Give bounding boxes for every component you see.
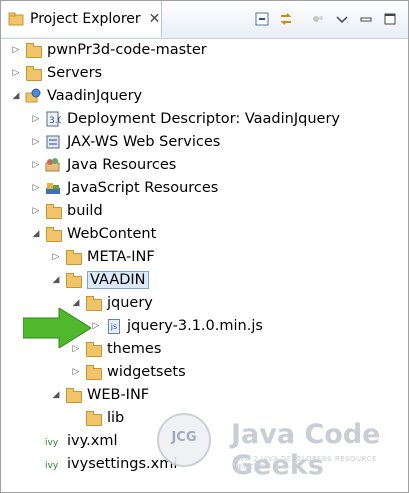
- tree-item-label: Servers: [47, 65, 103, 81]
- tree-item-java-resources[interactable]: ▷ Java Resources: [31, 154, 177, 176]
- filter-icon[interactable]: [310, 11, 326, 27]
- tree-item-label: JAX-WS Web Services: [67, 134, 221, 150]
- svg-text:ivy: ivy: [45, 461, 59, 471]
- tree-item-label: JavaScript Resources: [67, 180, 219, 196]
- collapse-arrow-icon[interactable]: ◢: [51, 275, 61, 285]
- tree-item-label: pwnPr3d-code-master: [47, 42, 207, 58]
- java-resources-icon: [45, 157, 61, 173]
- tree-item-jax-ws-web-services[interactable]: ▷ JAX-WS Web Services: [31, 131, 221, 153]
- project-explorer-icon: [8, 11, 24, 27]
- expand-arrow-icon[interactable]: ▷: [31, 114, 41, 124]
- svg-text:3.0: 3.0: [49, 116, 61, 126]
- expand-arrow-icon[interactable]: ▷: [31, 206, 41, 216]
- ivy-file-icon: ivy: [45, 433, 61, 449]
- tree-item-label: WEB-INF: [87, 387, 150, 403]
- link-with-editor-icon[interactable]: [278, 11, 294, 27]
- tree-item-vaadin[interactable]: ◢ VAADIN: [51, 269, 149, 291]
- tree-item-label: themes: [107, 341, 162, 357]
- tree-item-ivy-xml[interactable]: ivy ivy.xml: [31, 430, 117, 452]
- tree-item-label: jquery: [107, 295, 153, 311]
- tree-item-label: widgetsets: [107, 364, 186, 380]
- collapse-arrow-icon[interactable]: ◢: [71, 298, 81, 308]
- expand-arrow-icon[interactable]: ▷: [91, 321, 101, 331]
- green-arrow-icon: [23, 308, 91, 348]
- watermark-subtitle: JAVA 2 JAVA DEVELOPERS RESOURCE CENTER: [233, 455, 378, 471]
- tree-item-deployment-descriptor[interactable]: ▷ 3.0 Deployment Descriptor: VaadinJquer…: [31, 108, 340, 130]
- close-icon[interactable]: ✕: [149, 11, 161, 27]
- tree-item-label: ivy.xml: [67, 433, 118, 449]
- expand-arrow-icon[interactable]: ▷: [11, 45, 21, 55]
- tree-item-jquery-min-js[interactable]: ▷ js jquery-3.1.0.min.js: [91, 315, 263, 337]
- web-project-icon: [25, 88, 41, 104]
- tree-item-label: META-INF: [87, 249, 155, 265]
- js-file-icon: js: [105, 318, 121, 334]
- tree-item-label: Deployment Descriptor: VaadinJquery: [67, 111, 340, 127]
- tree-item-label: VAADIN: [87, 271, 149, 289]
- folder-open-icon: [65, 387, 82, 403]
- tree-item-build[interactable]: ▷ build: [31, 200, 103, 222]
- tree-item-ivysettings-xml[interactable]: ivy ivysettings.xml: [31, 453, 177, 475]
- tree-item-servers[interactable]: ▷ Servers: [11, 62, 102, 84]
- expand-arrow-icon[interactable]: ▷: [31, 137, 41, 147]
- tree-item-label: Java Resources: [67, 157, 177, 173]
- tree-item-label: VaadinJquery: [47, 88, 143, 104]
- minimize-icon[interactable]: [358, 11, 374, 27]
- folder-open-icon: [65, 272, 82, 288]
- view-tab-bar: Project Explorer ✕: [1, 1, 408, 39]
- tree-item-label: lib: [107, 410, 125, 426]
- tree-item-widgetsets[interactable]: ▷ widgetsets: [71, 361, 186, 383]
- folder-icon: [85, 410, 102, 426]
- tree-item-lib[interactable]: lib: [71, 407, 124, 429]
- expand-arrow-icon[interactable]: ▷: [51, 252, 61, 262]
- folder-icon: [45, 203, 62, 219]
- tab-title: Project Explorer: [30, 11, 141, 27]
- tree-item-label: WebContent: [67, 226, 157, 242]
- maximize-icon[interactable]: [382, 11, 398, 27]
- project-folder-icon: [25, 42, 42, 58]
- folder-open-icon: [45, 226, 62, 242]
- watermark: JCG Java Code Geeks JAVA 2 JAVA DEVELOPE…: [157, 409, 397, 481]
- collapse-arrow-icon[interactable]: ◢: [51, 390, 61, 400]
- folder-icon: [85, 364, 102, 380]
- expand-arrow-icon[interactable]: ▷: [31, 183, 41, 193]
- tree-item-webcontent[interactable]: ◢ WebContent: [31, 223, 156, 245]
- svg-text:ivy: ivy: [45, 438, 59, 448]
- tree-item-web-inf[interactable]: ◢ WEB-INF: [51, 384, 149, 406]
- tree-item-label: jquery-3.1.0.min.js: [127, 318, 263, 334]
- tree-item-vaadinjquery[interactable]: ◢ VaadinJquery: [11, 85, 143, 107]
- folder-icon: [65, 249, 82, 265]
- watermark-title: Java Code Geeks: [231, 419, 381, 481]
- collapse-arrow-icon[interactable]: ◢: [31, 229, 41, 239]
- tree-item-meta-inf[interactable]: ▷ META-INF: [51, 246, 155, 268]
- view-toolbar: [246, 11, 398, 27]
- expand-arrow-icon[interactable]: ▷: [31, 160, 41, 170]
- project-explorer-view: Project Explorer ✕ ▷ pwnPr3d-code-master…: [0, 0, 409, 493]
- javascript-resources-icon: [45, 180, 61, 196]
- ivy-file-icon: ivy: [45, 456, 61, 472]
- collapse-arrow-icon[interactable]: ◢: [11, 91, 21, 101]
- web-services-icon: [45, 134, 61, 150]
- watermark-logo: JCG: [157, 413, 211, 467]
- deployment-descriptor-icon: 3.0: [45, 111, 64, 127]
- tree-item-label: build: [67, 203, 103, 219]
- tab-project-explorer[interactable]: Project Explorer ✕: [1, 1, 162, 37]
- expand-arrow-icon[interactable]: ▷: [71, 367, 81, 377]
- tree-item-javascript-resources[interactable]: ▷ JavaScript Resources: [31, 177, 219, 199]
- folder-icon: [25, 65, 42, 81]
- watermark-logo-text: JCG: [171, 430, 197, 445]
- collapse-all-icon[interactable]: [254, 11, 270, 27]
- view-menu-icon[interactable]: [334, 11, 350, 27]
- tree-item-pwnpr3d-code-master[interactable]: ▷ pwnPr3d-code-master: [11, 39, 207, 61]
- expand-arrow-icon[interactable]: ▷: [11, 68, 21, 78]
